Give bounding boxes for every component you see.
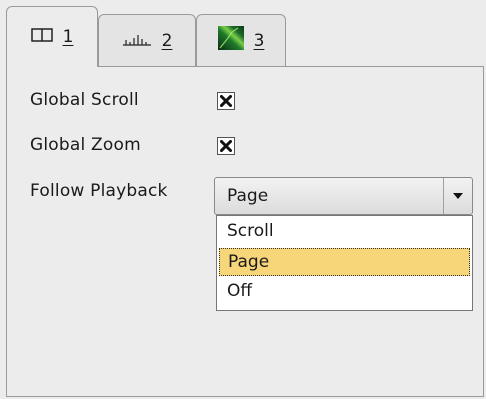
spectrogram-icon [217, 26, 244, 55]
chevron-down-icon[interactable] [444, 178, 472, 214]
global-scroll-label: Global Scroll [30, 90, 139, 110]
checkmark-x-icon [220, 95, 232, 107]
global-zoom-label: Global Zoom [30, 135, 141, 155]
tab-1[interactable]: 1 [6, 6, 98, 67]
follow-playback-combobox[interactable]: Page [214, 177, 473, 215]
global-zoom-checkbox[interactable] [217, 137, 235, 155]
tab-2-label: 2 [161, 30, 173, 51]
split-panels-icon [30, 27, 53, 47]
follow-playback-value: Page [227, 186, 269, 206]
waveform-icon [122, 31, 152, 51]
tab-bar: 1 2 3 [0, 0, 486, 67]
preferences-pane: 1 2 3 Global Scroll Global Zoom Follow P… [0, 0, 486, 399]
dropdown-option-off[interactable]: Off [219, 278, 470, 306]
follow-playback-label: Follow Playback [30, 181, 168, 201]
follow-playback-dropdown-list: Scroll Page Off [216, 215, 473, 311]
tab-1-label: 1 [62, 27, 74, 47]
tab-2[interactable]: 2 [98, 14, 196, 66]
dropdown-option-page[interactable]: Page [219, 248, 470, 276]
checkmark-x-icon [220, 140, 232, 152]
tab-3-label: 3 [253, 30, 265, 51]
global-scroll-checkbox[interactable] [217, 92, 235, 110]
tab-3[interactable]: 3 [196, 14, 286, 66]
dropdown-option-scroll[interactable]: Scroll [219, 218, 470, 246]
